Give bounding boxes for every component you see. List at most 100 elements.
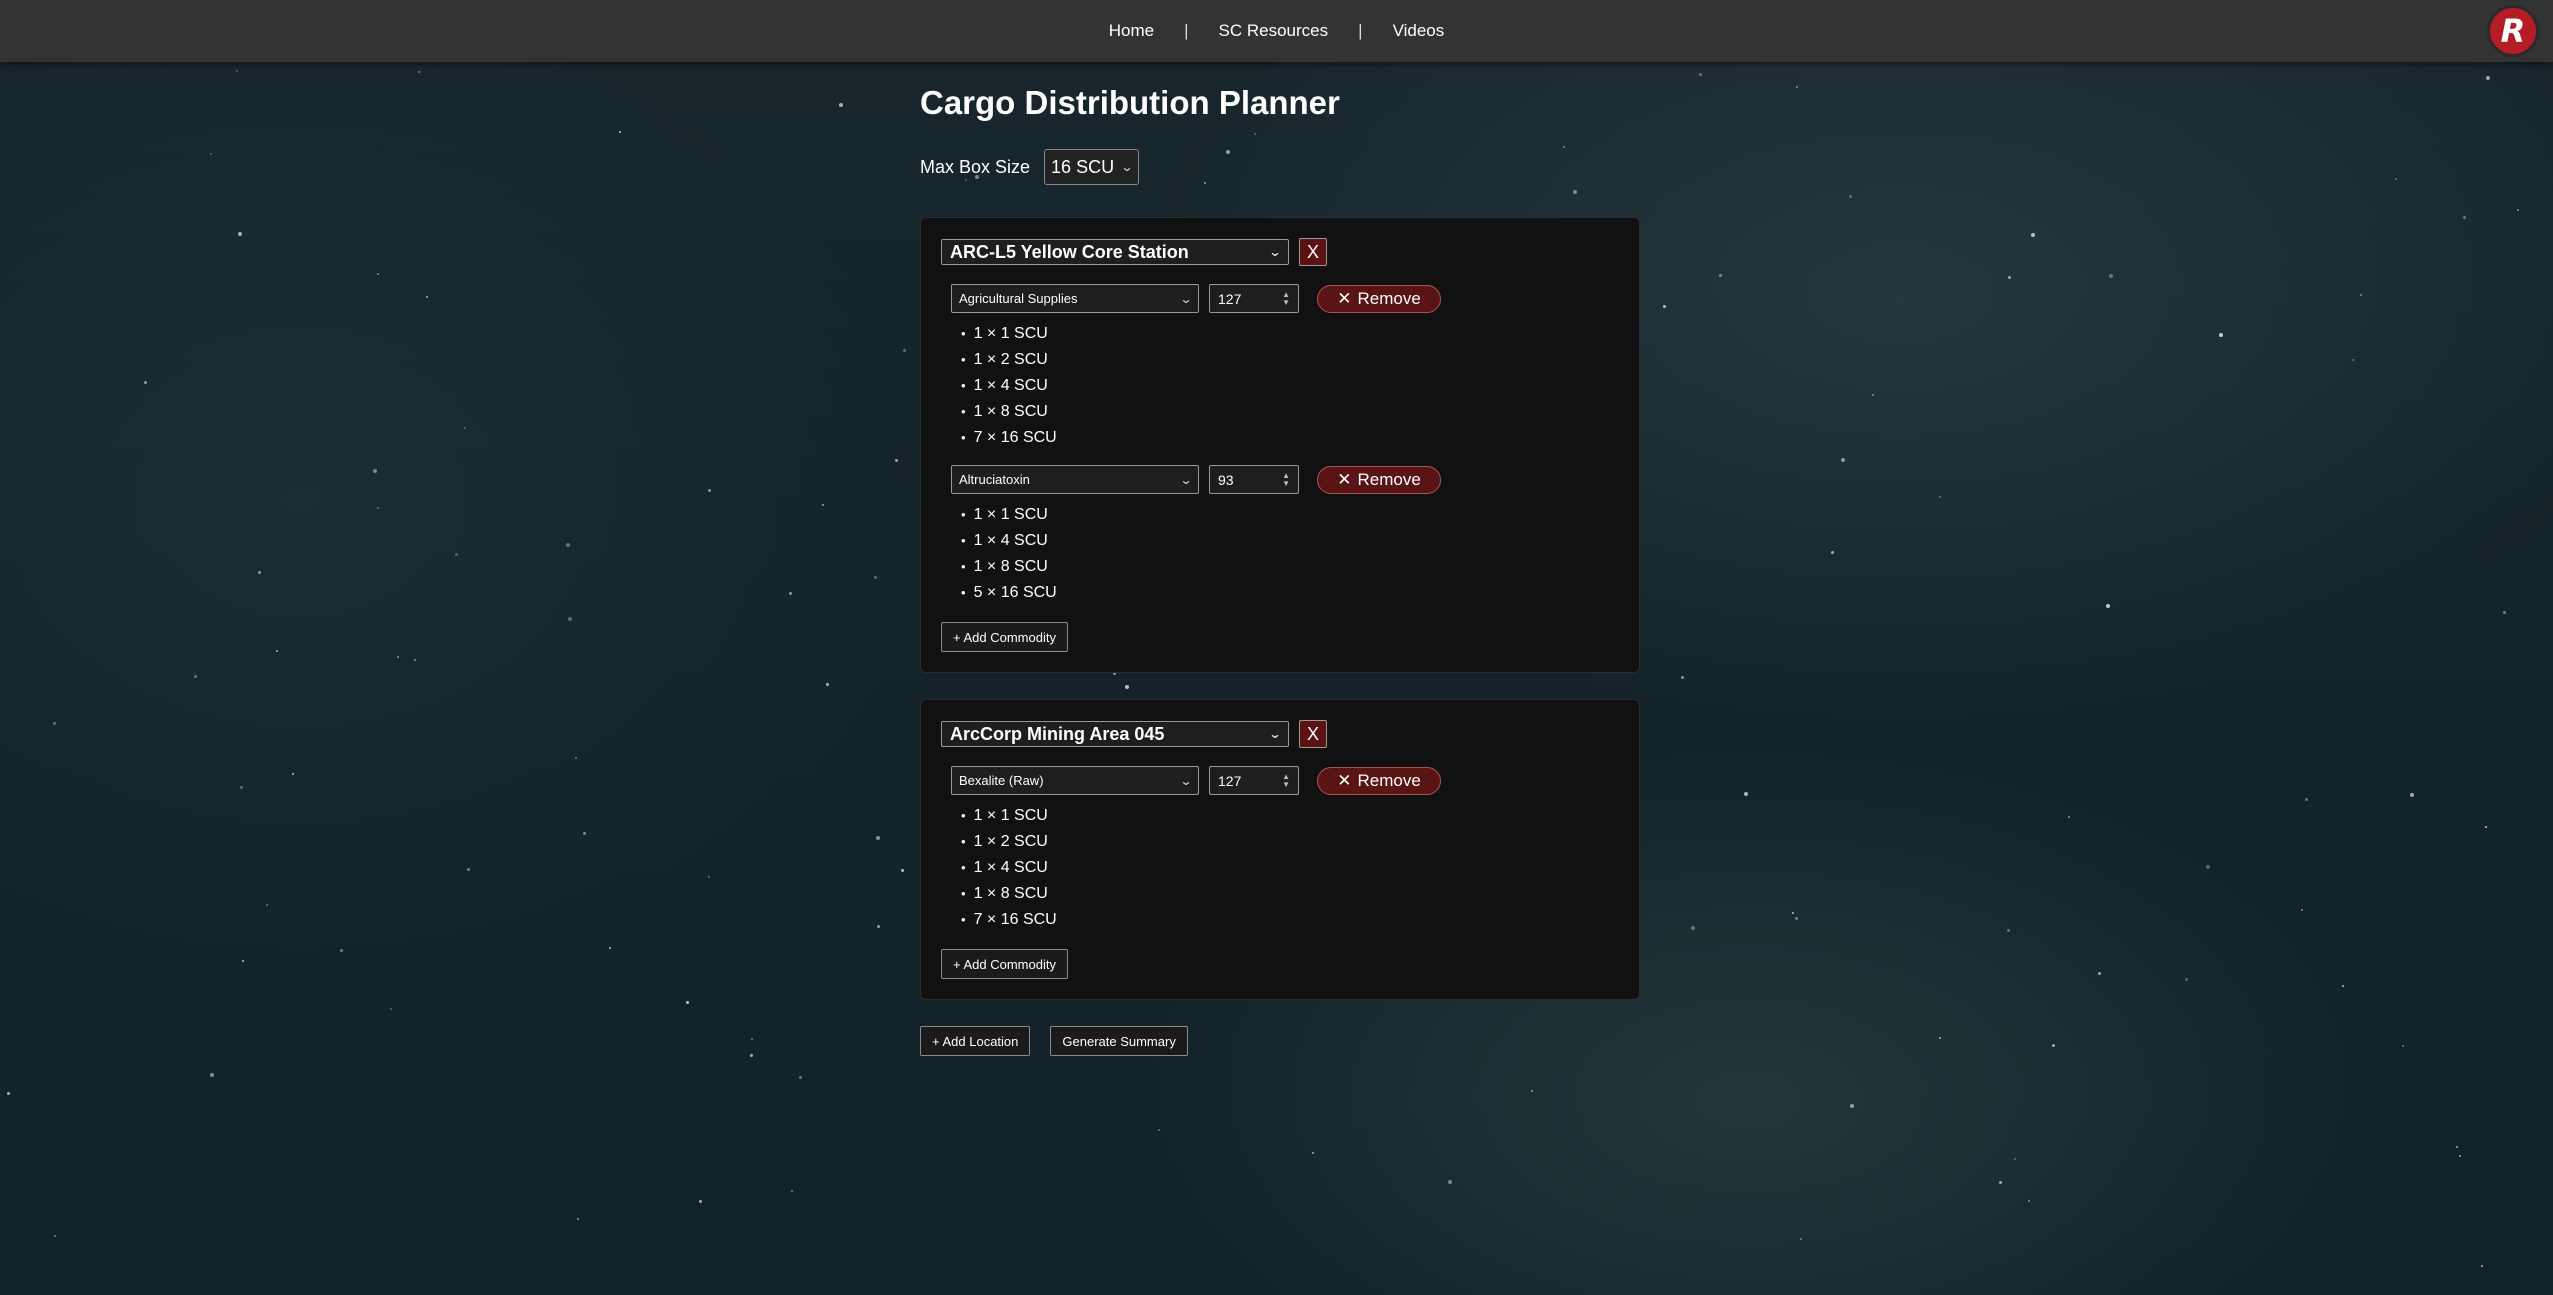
remove-location-button[interactable]: X — [1299, 720, 1327, 748]
star-dot — [2360, 294, 2362, 296]
star-dot — [7, 1092, 10, 1095]
add-commodity-button[interactable]: + Add Commodity — [941, 949, 1068, 979]
star-dot — [2342, 985, 2344, 987]
close-icon: ✕ — [1337, 288, 1352, 308]
star-dot — [390, 1008, 392, 1010]
main-content: Cargo Distribution Planner Max Box Size … — [920, 84, 1640, 1056]
star-dot — [1831, 551, 1834, 554]
nav-home-link[interactable]: Home — [1109, 21, 1154, 41]
commodity-select[interactable]: Agricultural Supplies ⌄ — [951, 284, 1199, 313]
star-dot — [2014, 1158, 2016, 1160]
star-dot — [2486, 76, 2490, 80]
top-navigation-bar: Home | SC Resources | Videos R — [0, 0, 2553, 62]
commodity-entry: Agricultural Supplies ⌄ 127 ▲ ▼ ✕ Remove … — [951, 284, 1619, 451]
spinner-arrows-icon[interactable]: ▲ ▼ — [1282, 772, 1290, 789]
remove-commodity-button[interactable]: ✕ Remove — [1317, 284, 1441, 313]
star-dot — [2301, 909, 2303, 911]
box-breakdown-list: 1 × 1 SCU1 × 2 SCU1 × 4 SCU1 × 8 SCU7 × … — [951, 803, 1619, 933]
box-breakdown-item: 5 × 16 SCU — [961, 580, 1619, 606]
box-breakdown-item: 1 × 4 SCU — [961, 373, 1619, 399]
generate-summary-button[interactable]: Generate Summary — [1050, 1026, 1188, 1056]
star-dot — [2068, 816, 2070, 818]
quantity-value: 127 — [1218, 772, 1242, 789]
remove-label: Remove — [1357, 288, 1421, 308]
star-dot — [340, 949, 343, 952]
chevron-down-icon: ⌄ — [1268, 245, 1282, 259]
star-dot — [2503, 611, 2506, 614]
star-dot — [1681, 676, 1684, 679]
max-box-size-label: Max Box Size — [920, 156, 1031, 177]
spinner-arrows-icon[interactable]: ▲ ▼ — [1282, 290, 1290, 307]
star-dot — [54, 1235, 56, 1237]
star-dot — [826, 683, 829, 686]
close-icon: ✕ — [1337, 469, 1352, 489]
star-dot — [1719, 274, 1722, 277]
site-logo[interactable]: R — [2487, 5, 2539, 57]
star-dot — [377, 273, 379, 275]
star-dot — [258, 571, 261, 574]
star-dot — [2402, 1045, 2404, 1047]
star-dot — [751, 1038, 753, 1040]
location-select[interactable]: ARC-L5 Yellow Core Station ⌄ — [941, 239, 1289, 265]
nav-sc-resources-link[interactable]: SC Resources — [1219, 21, 1329, 41]
star-dot — [2052, 1044, 2055, 1047]
commodity-select[interactable]: Altruciatoxin ⌄ — [951, 465, 1199, 494]
commodity-entry: Bexalite (Raw) ⌄ 127 ▲▼ ✕ Remove 1 × 1 S… — [951, 766, 1619, 933]
box-breakdown-item: 1 × 4 SCU — [961, 855, 1619, 881]
star-dot — [276, 650, 278, 652]
chevron-down-icon: ⌄ — [1120, 160, 1134, 174]
star-dot — [708, 876, 710, 878]
quantity-input[interactable]: 127 ▲ ▼ — [1209, 284, 1299, 313]
remove-commodity-button[interactable]: ✕ Remove — [1317, 766, 1441, 795]
add-location-button[interactable]: + Add Location — [920, 1026, 1031, 1056]
page-title: Cargo Distribution Planner — [920, 84, 1340, 121]
box-breakdown-item: 1 × 2 SCU — [961, 347, 1619, 373]
star-dot — [619, 131, 621, 133]
commodity-row: Altruciatoxin ⌄ 93 ▲ ▼ ✕ Remove — [951, 465, 1619, 494]
star-dot — [2305, 798, 2308, 801]
quantity-input[interactable]: 127 ▲ ▼ — [1209, 766, 1299, 795]
box-breakdown-item: 1 × 8 SCU — [961, 399, 1619, 425]
location-header: ARC-L5 Yellow Core Station ⌄ X — [941, 238, 1619, 266]
commodity-select[interactable]: Bexalite (Raw) ⌄ — [951, 766, 1199, 795]
box-breakdown-item: 1 × 1 SCU — [961, 321, 1619, 347]
quantity-input[interactable]: 93 ▲ ▼ — [1209, 465, 1299, 494]
location-card: ARC-L5 Yellow Core Station ⌄ X Agricultu… — [920, 217, 1640, 673]
remove-label: Remove — [1357, 469, 1421, 489]
location-name: ARC-L5 Yellow Core Station — [950, 241, 1189, 262]
star-dot — [2463, 216, 2466, 219]
remove-commodity-button[interactable]: ✕ Remove — [1317, 465, 1441, 494]
location-header: ArcCorp Mining Area 045 ⌄ X — [941, 720, 1619, 748]
chevron-down-icon: ⌄ — [1179, 773, 1193, 788]
location-select[interactable]: ArcCorp Mining Area 045 ⌄ — [941, 721, 1289, 747]
star-dot — [2008, 276, 2011, 279]
locations-list: ARC-L5 Yellow Core Station ⌄ X Agricultu… — [920, 217, 1640, 1000]
star-dot — [1872, 394, 1874, 396]
star-dot — [373, 469, 377, 473]
box-breakdown-item: 1 × 1 SCU — [961, 803, 1619, 829]
main-nav: Home | SC Resources | Videos — [0, 0, 2553, 62]
star-dot — [686, 1001, 689, 1004]
star-dot — [2410, 793, 2414, 797]
star-dot — [791, 1190, 793, 1192]
chevron-down-icon: ⌄ — [1179, 291, 1193, 306]
nav-videos-link[interactable]: Videos — [1393, 21, 1445, 41]
chevron-down-icon: ⌄ — [1268, 727, 1282, 741]
star-dot — [895, 459, 898, 462]
star-dot — [1849, 195, 1852, 198]
star-dot — [292, 773, 294, 775]
star-dot — [426, 296, 428, 298]
add-commodity-button[interactable]: + Add Commodity — [941, 622, 1068, 652]
star-dot — [455, 553, 458, 556]
star-dot — [1795, 917, 1798, 920]
remove-location-button[interactable]: X — [1299, 238, 1327, 266]
chevron-down-icon: ⌄ — [1179, 472, 1193, 487]
max-box-size-select[interactable]: 16 SCU ⌄ — [1044, 149, 1140, 185]
star-dot — [1312, 1152, 1314, 1154]
star-dot — [2459, 1155, 2461, 1157]
max-box-size-row: Max Box Size 16 SCU ⌄ — [920, 149, 1640, 185]
quantity-value: 127 — [1218, 290, 1242, 307]
star-dot — [397, 656, 399, 658]
star-dot — [1448, 1180, 1452, 1184]
spinner-arrows-icon[interactable]: ▲ ▼ — [1282, 471, 1290, 488]
